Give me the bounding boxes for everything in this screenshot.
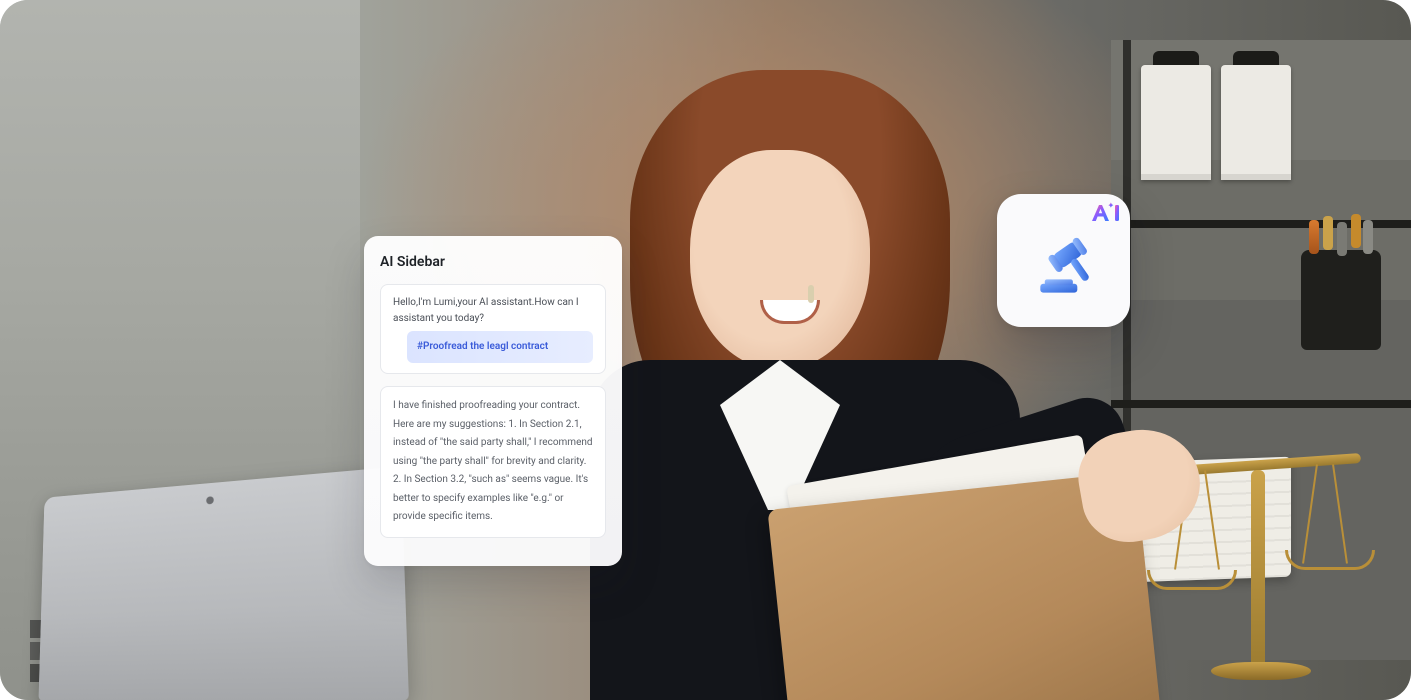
ai-sidebar-panel: AI Sidebar Hello,I'm Lumi,your AI assist… <box>364 236 622 566</box>
gavel-icon <box>1027 229 1101 303</box>
hero-image: AI Sidebar Hello,I'm Lumi,your AI assist… <box>0 0 1411 700</box>
legal-ai-card[interactable] <box>997 194 1130 327</box>
pencil-cup-icon <box>1301 250 1381 350</box>
ai-sidebar-title: AI Sidebar <box>380 254 606 270</box>
ai-response-message: I have finished proofreading your contra… <box>380 386 606 538</box>
binder-icon <box>1221 65 1291 180</box>
binder-icon <box>1141 65 1211 180</box>
ai-badge-icon <box>1088 202 1122 224</box>
ai-greeting-message: Hello,I'm Lumi,your AI assistant.How can… <box>380 284 606 374</box>
proofread-suggestion-chip[interactable]: #Proofread the leagl contract <box>407 331 593 363</box>
ai-greeting-text: Hello,I'm Lumi,your AI assistant.How can… <box>393 297 579 324</box>
laptop-icon <box>38 466 408 700</box>
